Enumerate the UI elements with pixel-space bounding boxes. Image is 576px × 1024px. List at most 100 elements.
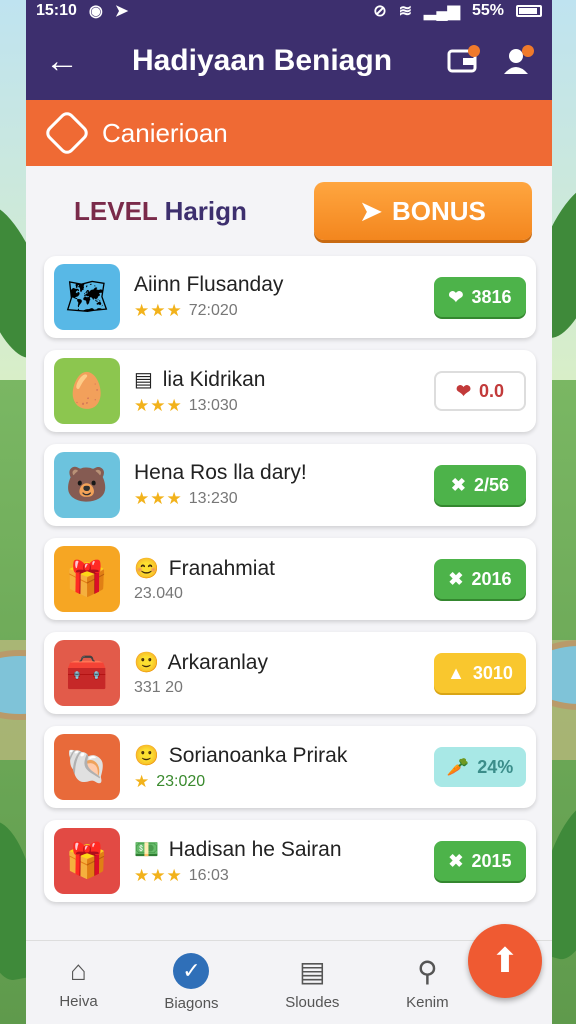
badge-icon: ✖	[448, 568, 464, 589]
item-name: 🙂 Arkaranlay	[134, 650, 434, 675]
item-thumbnail-icon: 🎁	[65, 842, 109, 880]
list-item[interactable]: 🎁 💵 Hadisan he Sairan ★★★ 16:03 ✖ 2015	[44, 820, 536, 902]
wifi-icon: ≋	[398, 3, 413, 20]
content-panel: LEVEL Harign ➤ BONUS 🗺 Aiinn Flusanday ★…	[26, 166, 552, 946]
item-time: 23.040	[134, 584, 183, 602]
badge-icon: 🥕	[446, 756, 470, 777]
badge-value: 2015	[471, 850, 512, 871]
signal-icon: ▂▄▆	[424, 3, 460, 20]
item-time: 13:230	[188, 490, 238, 507]
badge-icon: ✖	[448, 850, 464, 871]
profile-notification-dot	[522, 45, 534, 57]
item-subline: ★★★ 72:020	[134, 301, 434, 321]
item-title: Hadisan he Sairan	[168, 837, 342, 861]
item-subline: 23.040	[134, 585, 434, 603]
item-badge-button[interactable]: ✖ 2015	[434, 841, 526, 881]
item-thumbnail: 🎁	[54, 828, 120, 894]
nav-home[interactable]: ⌂ Heiva	[59, 955, 97, 1010]
item-subline: ★ 23:020	[134, 772, 434, 792]
nav-biagons[interactable]: ✓ Biagons	[164, 953, 219, 1012]
item-thumbnail-icon: 🐻	[65, 466, 109, 504]
item-prefix-icon: ▤	[134, 368, 153, 391]
item-time: 16:03	[188, 866, 229, 884]
badge-icon: ❤	[448, 286, 464, 307]
star-rating: ★★★	[134, 489, 183, 508]
item-badge-button[interactable]: ▲ 3010	[434, 653, 526, 693]
item-name: Aiinn Flusanday	[134, 273, 434, 297]
item-prefix-icon: 😊	[134, 557, 159, 580]
item-badge-button[interactable]: ❤ 0.0	[434, 371, 526, 411]
item-name: 😊 Franahmiat	[134, 556, 434, 581]
wallet-icon[interactable]	[442, 41, 482, 81]
item-time: 72:020	[188, 302, 238, 319]
banner-label: Canierioan	[102, 117, 228, 148]
bonus-button[interactable]: ➤ BONUS	[314, 182, 532, 240]
star-rating: ★★★	[134, 301, 183, 320]
status-time: 15:10	[36, 2, 77, 19]
compass-icon: ✓	[173, 953, 210, 989]
item-name: ▤ lia Kidrikan	[134, 367, 434, 392]
nav-biagons-label: Biagons	[164, 995, 219, 1012]
list-item[interactable]: 🐻 Hena Ros lla dary! ★★★ 13:230 ✖ 2/56	[44, 444, 536, 526]
list-item[interactable]: 🗺 Aiinn Flusanday ★★★ 72:020 ❤ 3816	[44, 256, 536, 338]
badge-value: 0.0	[479, 380, 505, 401]
back-arrow-icon[interactable]: ←	[42, 42, 82, 81]
item-info: 😊 Franahmiat 23.040	[120, 556, 434, 603]
nav-kenim[interactable]: ⚲ Kenim	[406, 955, 449, 1011]
badge-icon: ❤	[455, 380, 472, 401]
item-badge-button[interactable]: ✖ 2/56	[434, 465, 526, 505]
item-badge-button[interactable]: 🥕 24%	[434, 747, 526, 787]
badge-value: 3816	[471, 286, 512, 307]
badge-icon	[42, 108, 92, 158]
item-prefix-icon: 💵	[134, 838, 159, 861]
upload-icon: ⬆	[490, 942, 520, 980]
item-prefix-icon: 🙂	[134, 651, 159, 674]
item-thumbnail: 🐚	[54, 734, 120, 800]
page-title: Hadiyaan Beniagn	[131, 44, 393, 77]
wallet-notification-dot	[468, 45, 480, 57]
nav-sloudes[interactable]: ▤ Sloudes	[285, 955, 339, 1011]
item-thumbnail-icon: 🧰	[65, 654, 109, 692]
item-badge-button[interactable]: ❤ 3816	[434, 277, 526, 317]
star-rating: ★★★	[134, 395, 183, 415]
list-item[interactable]: 🥚 ▤ lia Kidrikan ★★★ 13:030 ❤ 0.0	[44, 350, 536, 432]
status-bar: 15:10 ◉ ➤ ⊘ ≋ ▂▄▆ 55%	[26, 0, 552, 22]
item-thumbnail: 🗺	[54, 264, 120, 330]
item-thumbnail: 🥚	[54, 358, 120, 424]
nav-sloudes-label: Sloudes	[285, 993, 340, 1011]
profile-icon[interactable]	[496, 41, 536, 81]
item-time: 23:020	[156, 772, 206, 790]
item-title: Franahmiat	[168, 556, 275, 580]
navigation-icon: ➤	[114, 3, 129, 20]
item-badge-button[interactable]: ✖ 2016	[434, 559, 526, 599]
app-status-icon: ◉	[88, 3, 103, 20]
badge-icon: ▲	[447, 662, 465, 683]
bonus-label: BONUS	[391, 195, 486, 226]
item-thumbnail-icon: 🎁	[65, 560, 109, 598]
item-thumbnail-icon: 🐚	[65, 748, 109, 786]
badge-value: 2016	[471, 568, 512, 589]
category-banner[interactable]: Canierioan	[26, 100, 552, 166]
item-subline: ★★★ 13:230	[134, 489, 434, 509]
upload-fab-button[interactable]: ⬆	[468, 924, 542, 998]
item-subline: ★★★ 16:03	[134, 866, 434, 886]
item-name: 🙂 Sorianoanka Prirak	[134, 743, 434, 768]
top-bar: ← Hadiyaan Beniagn	[26, 22, 552, 100]
item-info: 🙂 Arkaranlay 331 20	[120, 650, 434, 697]
level-row: LEVEL Harign ➤ BONUS	[26, 166, 552, 256]
list-item[interactable]: 🐚 🙂 Sorianoanka Prirak ★ 23:020 🥕 24%	[44, 726, 536, 808]
item-title: Sorianoanka Prirak	[168, 743, 348, 767]
level-prefix: LEVEL	[74, 195, 158, 226]
star-rating: ★	[134, 771, 151, 791]
battery-text: 55%	[471, 2, 504, 19]
badge-value: 24%	[477, 756, 514, 777]
item-info: ▤ lia Kidrikan ★★★ 13:030	[120, 367, 434, 416]
list-item[interactable]: 🎁 😊 Franahmiat 23.040 ✖ 2016	[44, 538, 536, 620]
item-thumbnail: 🧰	[54, 640, 120, 706]
item-subline: 331 20	[134, 679, 434, 697]
send-icon: ➤	[360, 195, 382, 226]
star-rating: ★★★	[134, 865, 183, 885]
item-time: 13:030	[188, 396, 238, 414]
item-thumbnail-icon: 🗺	[65, 278, 109, 316]
list-item[interactable]: 🧰 🙂 Arkaranlay 331 20 ▲ 3010	[44, 632, 536, 714]
